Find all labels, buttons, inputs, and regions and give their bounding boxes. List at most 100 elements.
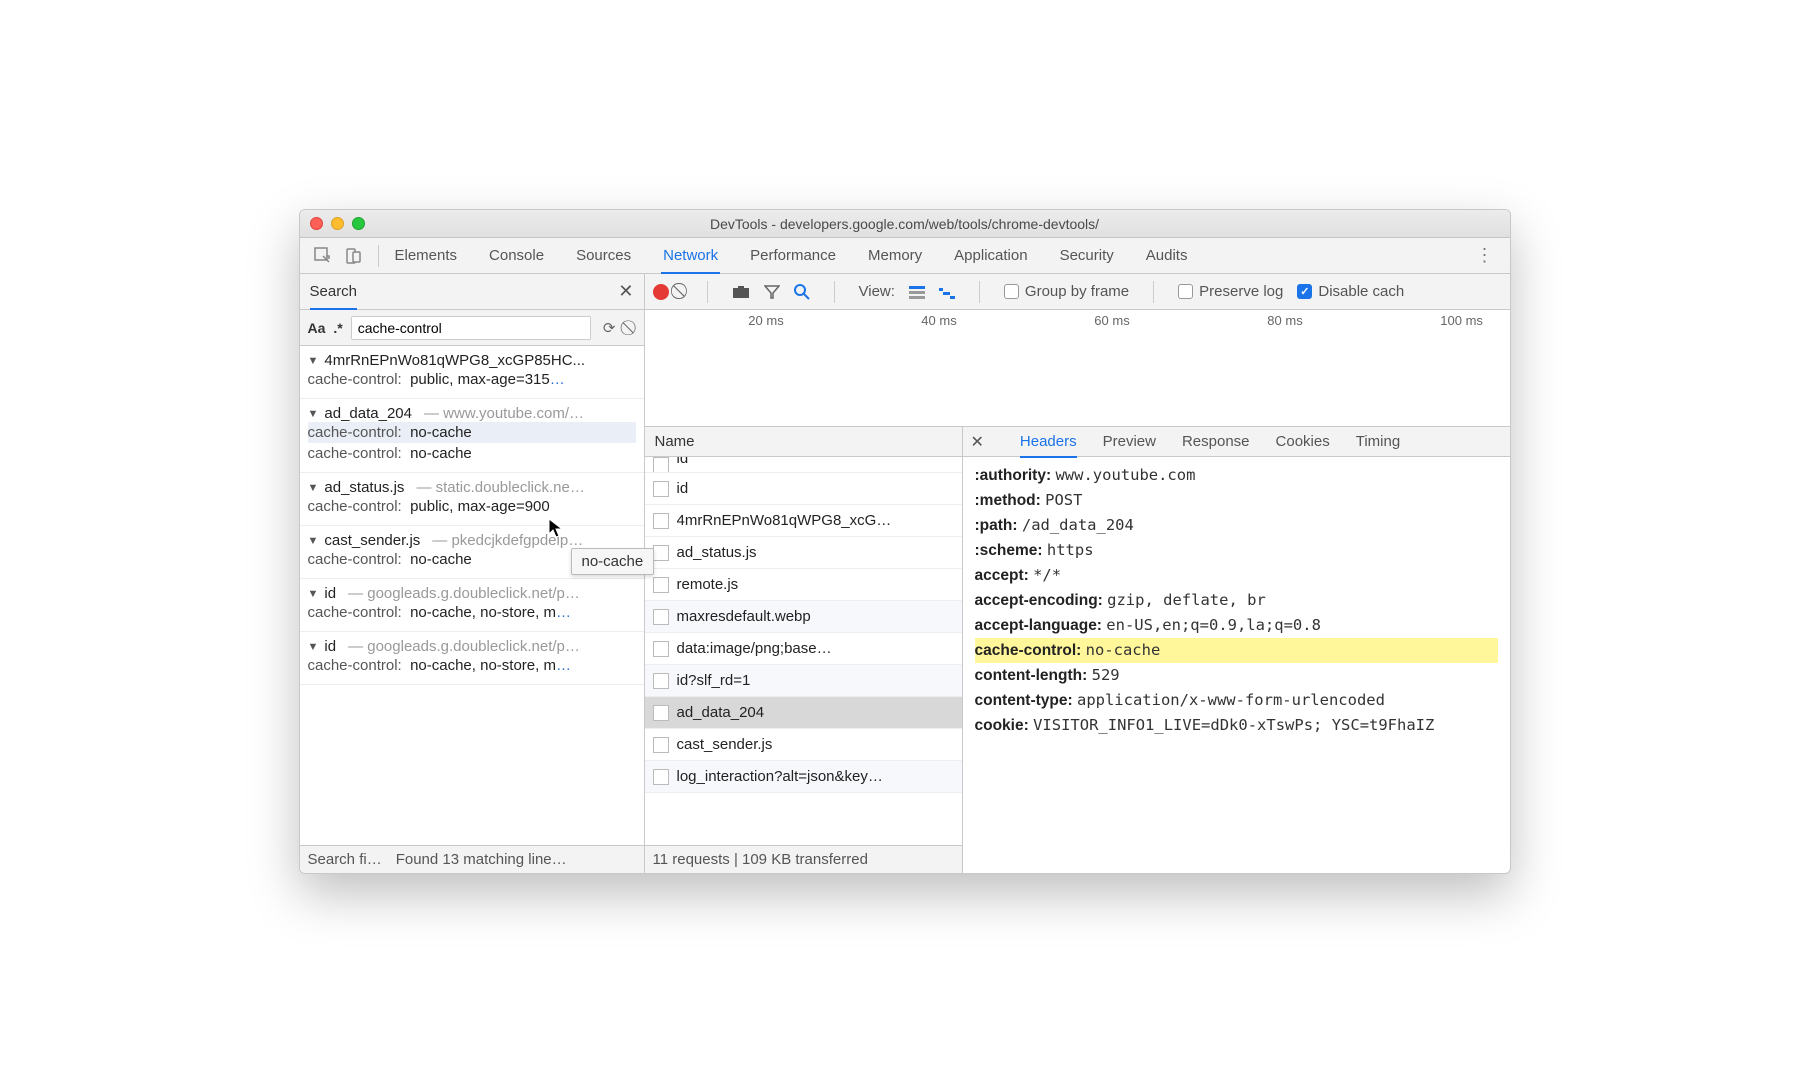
window-title: DevTools - developers.google.com/web/too…: [300, 216, 1510, 232]
select-element-icon[interactable]: [308, 243, 338, 269]
header-line[interactable]: :path: /ad_data_204: [975, 513, 1498, 538]
result-file-name: id: [324, 585, 336, 602]
header-line[interactable]: accept-encoding: gzip, deflate, br: [975, 588, 1498, 613]
search-controls: Aa .* ⟳ ⃠: [300, 310, 644, 346]
disclosure-icon: ▼: [308, 535, 319, 547]
header-line[interactable]: :scheme: https: [975, 538, 1498, 563]
separator: [1153, 281, 1154, 303]
table-row[interactable]: remote.js: [645, 569, 962, 601]
header-line[interactable]: :method: POST: [975, 488, 1498, 513]
requests-list: id id 4mrRnEPnWo81qWPG8_xcG… ad_status.jsr…: [645, 457, 962, 845]
timeline-tick: 20 ms: [645, 313, 818, 328]
disclosure-icon: ▼: [308, 408, 319, 420]
tab-security[interactable]: Security: [1058, 239, 1116, 273]
timeline-tick: 80 ms: [1164, 313, 1337, 328]
detail-tab-timing[interactable]: Timing: [1356, 427, 1400, 456]
tab-memory[interactable]: Memory: [866, 239, 924, 273]
result-domain: — www.youtube.com/…: [424, 405, 584, 422]
network-timeline[interactable]: 20 ms40 ms60 ms80 ms100 ms: [645, 310, 1510, 427]
table-row[interactable]: ad_status.js: [645, 537, 962, 569]
file-icon: [653, 513, 669, 529]
name-column-header[interactable]: Name: [655, 433, 695, 450]
regex-toggle[interactable]: .*: [333, 320, 342, 336]
search-result-line[interactable]: cache-control: public, max-age=315…: [308, 369, 636, 390]
table-row[interactable]: maxresdefault.webp: [645, 601, 962, 633]
tab-application[interactable]: Application: [952, 239, 1029, 273]
table-row[interactable]: id?slf_rd=1: [645, 665, 962, 697]
search-result-group[interactable]: ▼id— googleads.g.doubleclick.net/p…cache…: [300, 632, 644, 685]
clear-search-icon[interactable]: ⃠: [628, 319, 636, 336]
requests-header: Name: [645, 427, 962, 457]
tab-elements[interactable]: Elements: [393, 239, 460, 273]
search-result-line[interactable]: cache-control: no-cache: [308, 422, 636, 443]
screenshots-icon[interactable]: [732, 285, 750, 299]
waterfall-icon[interactable]: [939, 285, 955, 299]
header-line[interactable]: cookie: VISITOR_INFO1_LIVE=dDk0-xTswPs; …: [975, 713, 1498, 738]
search-result-line[interactable]: cache-control: no-cache, no-store, m…: [308, 655, 636, 676]
header-line[interactable]: content-type: application/x-www-form-url…: [975, 688, 1498, 713]
table-row[interactable]: id: [645, 457, 962, 473]
request-name: maxresdefault.webp: [677, 608, 811, 625]
detail-tab-preview[interactable]: Preview: [1103, 427, 1156, 456]
table-row[interactable]: 4mrRnEPnWo81qWPG8_xcG…: [645, 505, 962, 537]
search-result-group[interactable]: ▼id— googleads.g.doubleclick.net/p…cache…: [300, 579, 644, 632]
search-result-line[interactable]: cache-control: public, max-age=900: [308, 496, 636, 517]
detail-tab-response[interactable]: Response: [1182, 427, 1250, 456]
table-row[interactable]: data:image/png;base…: [645, 633, 962, 665]
search-result-group[interactable]: ▼ad_data_204— www.youtube.com/…cache-con…: [300, 399, 644, 473]
refresh-search-icon[interactable]: ⟳: [599, 319, 620, 337]
requests-summary: 11 requests | 109 KB transferred: [645, 845, 962, 873]
header-line[interactable]: :authority: www.youtube.com: [975, 463, 1498, 488]
more-options-icon[interactable]: ⋮: [1468, 245, 1502, 266]
search-result-line[interactable]: cache-control: no-cache: [308, 443, 636, 464]
tooltip: no-cache: [571, 548, 655, 575]
request-name: id: [677, 480, 689, 497]
table-row[interactable]: cast_sender.js: [645, 729, 962, 761]
tab-console[interactable]: Console: [487, 239, 546, 273]
tab-network[interactable]: Network: [661, 239, 720, 274]
request-name: log_interaction?alt=json&key…: [677, 768, 883, 785]
result-domain: — pkedcjkdefgpdelp…: [432, 532, 583, 549]
device-toolbar-icon[interactable]: [338, 243, 368, 269]
result-file-name: 4mrRnEPnWo81qWPG8_xcGP85HC...: [324, 352, 585, 369]
preserve-log-checkbox[interactable]: Preserve log: [1178, 283, 1283, 300]
search-results: ▼4mrRnEPnWo81qWPG8_xcGP85HC...cache-cont…: [300, 346, 644, 845]
header-line[interactable]: content-length: 529: [975, 663, 1498, 688]
table-row[interactable]: id: [645, 473, 962, 505]
search-result-group[interactable]: ▼ad_status.js— static.doubleclick.ne…cac…: [300, 473, 644, 526]
table-row[interactable]: ad_data_204: [645, 697, 962, 729]
result-file-name: cast_sender.js: [324, 532, 420, 549]
search-input[interactable]: [351, 316, 591, 340]
header-line[interactable]: accept: */*: [975, 563, 1498, 588]
file-icon: [653, 705, 669, 721]
group-by-frame-checkbox[interactable]: Group by frame: [1004, 283, 1129, 300]
disable-cache-checkbox[interactable]: ✓Disable cach: [1297, 283, 1404, 300]
search-footer-right: Found 13 matching line…: [396, 851, 567, 868]
match-case-toggle[interactable]: Aa: [308, 320, 326, 336]
header-line[interactable]: cache-control: no-cache: [975, 638, 1498, 663]
result-domain: — googleads.g.doubleclick.net/p…: [348, 638, 580, 655]
request-name: ad_status.js: [677, 544, 757, 561]
devtools-window: DevTools - developers.google.com/web/too…: [299, 209, 1511, 874]
tab-audits[interactable]: Audits: [1144, 239, 1190, 273]
search-result-group[interactable]: ▼4mrRnEPnWo81qWPG8_xcGP85HC...cache-cont…: [300, 346, 644, 399]
detail-tab-cookies[interactable]: Cookies: [1276, 427, 1330, 456]
table-row[interactable]: log_interaction?alt=json&key…: [645, 761, 962, 793]
search-drawer-title: Search: [310, 283, 358, 310]
search-result-line[interactable]: cache-control: no-cache, no-store, m…: [308, 602, 636, 623]
detail-tab-headers[interactable]: Headers: [1020, 427, 1077, 458]
file-icon: [653, 673, 669, 689]
close-search-icon[interactable]: ✕: [618, 281, 633, 302]
file-icon: [653, 481, 669, 497]
close-details-icon[interactable]: ✕: [971, 432, 984, 452]
filter-icon[interactable]: [764, 285, 780, 299]
large-rows-icon[interactable]: [909, 285, 925, 299]
tab-sources[interactable]: Sources: [574, 239, 633, 273]
tab-performance[interactable]: Performance: [748, 239, 838, 273]
record-button[interactable]: [653, 284, 669, 300]
file-icon: [653, 769, 669, 785]
file-icon: [653, 609, 669, 625]
search-icon[interactable]: [794, 284, 810, 300]
request-name: ad_data_204: [677, 704, 765, 721]
header-line[interactable]: accept-language: en-US,en;q=0.9,la;q=0.8: [975, 613, 1498, 638]
